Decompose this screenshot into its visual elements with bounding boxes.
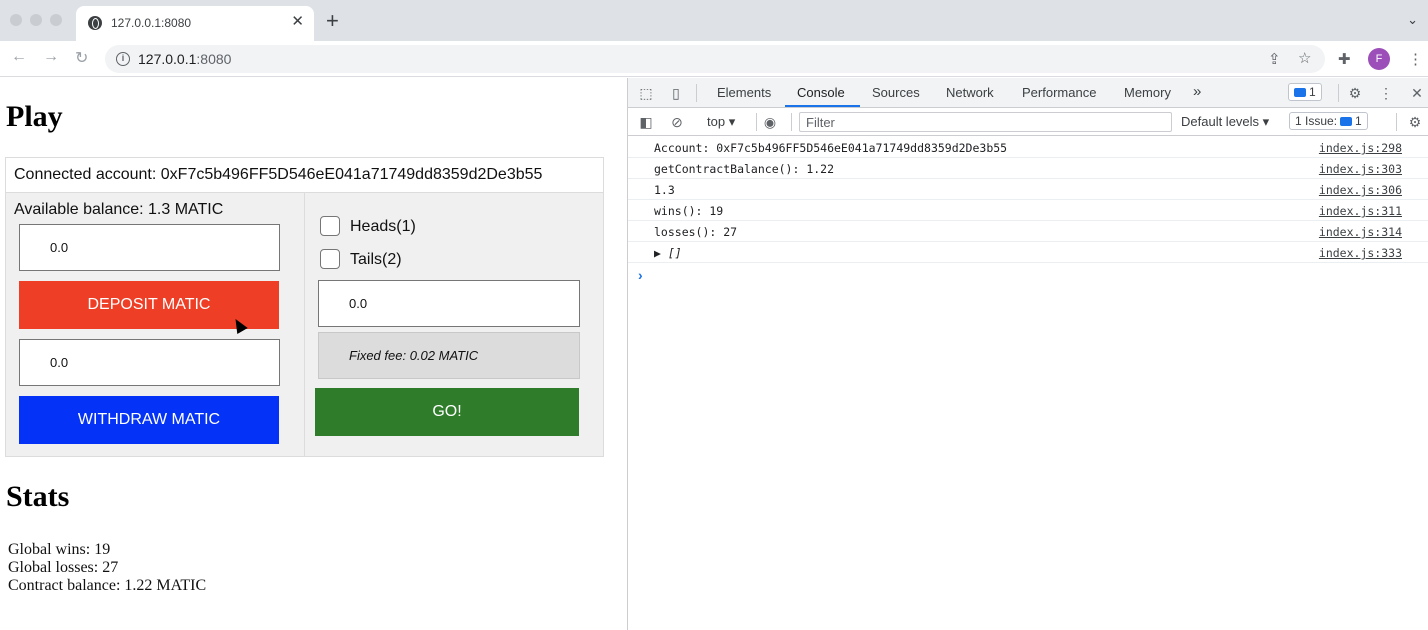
log-source-link[interactable]: index.js:314 xyxy=(1319,225,1402,239)
log-source-link[interactable]: index.js:298 xyxy=(1319,141,1402,155)
console-prompt-icon[interactable]: › xyxy=(638,267,643,283)
tab-console[interactable]: Console xyxy=(797,85,845,100)
tab-title: 127.0.0.1:8080 xyxy=(111,16,192,30)
tab-elements[interactable]: Elements xyxy=(717,85,771,100)
window-minimize-dot[interactable] xyxy=(30,14,42,26)
url-text: 127.0.0.1:8080 xyxy=(138,51,232,67)
bet-amount-input[interactable]: 0.0 xyxy=(318,280,580,327)
sidebar-toggle-icon[interactable]: ◧ xyxy=(638,114,654,130)
devtools-menu-icon[interactable]: ⋮ xyxy=(1378,85,1394,101)
reload-icon[interactable]: ↻ xyxy=(75,48,88,68)
global-wins: Global wins: 19 xyxy=(8,541,111,558)
console-log-row: wins(): 19 index.js:311 xyxy=(628,200,1428,221)
go-button[interactable]: GO! xyxy=(315,388,579,436)
toolbar-separator xyxy=(1396,113,1397,131)
column-divider xyxy=(304,193,305,457)
console-settings-gear-icon[interactable]: ⚙ xyxy=(1407,114,1423,130)
devtools-panel: ⬚ ▯ Elements Console Sources Network Per… xyxy=(627,78,1428,630)
browser-toolbar: ← → ↻ i 127.0.0.1:8080 ⇪ ☆ ✚ F ⋮ xyxy=(0,41,1428,77)
live-expression-eye-icon[interactable]: ◉ xyxy=(762,114,778,130)
site-info-icon[interactable]: i xyxy=(116,52,130,66)
log-source-link[interactable]: index.js:303 xyxy=(1319,162,1402,176)
console-log-row: losses(): 27 index.js:314 xyxy=(628,221,1428,242)
active-tab-indicator xyxy=(785,105,860,107)
console-filter-input[interactable]: Filter xyxy=(799,112,1172,132)
globe-icon xyxy=(88,16,102,30)
log-source-link[interactable]: index.js:311 xyxy=(1319,204,1402,218)
browser-menu-icon[interactable]: ⋮ xyxy=(1408,50,1423,68)
withdraw-button[interactable]: WITHDRAW MATIC xyxy=(19,396,279,444)
toolbar-separator xyxy=(756,113,757,131)
tails-label: Tails(2) xyxy=(350,251,402,268)
context-selector[interactable]: top ▾ xyxy=(707,114,735,130)
withdraw-amount-input[interactable]: 0.0 xyxy=(19,339,280,386)
clear-console-icon[interactable]: ⊘ xyxy=(669,114,685,130)
web-page: Play Connected account: 0xF7c5b496FF5D54… xyxy=(0,78,627,630)
bookmark-star-icon[interactable]: ☆ xyxy=(1298,49,1311,67)
heads-checkbox[interactable] xyxy=(320,216,340,236)
console-log-row: getContractBalance(): 1.22 index.js:303 xyxy=(628,158,1428,179)
share-icon[interactable]: ⇪ xyxy=(1268,50,1281,68)
tab-performance[interactable]: Performance xyxy=(1022,85,1096,100)
global-losses: Global losses: 27 xyxy=(8,559,119,576)
close-devtools-icon[interactable]: ✕ xyxy=(1409,85,1425,101)
tails-checkbox[interactable] xyxy=(320,249,340,269)
toolbar-separator xyxy=(791,113,792,131)
deposit-amount-input[interactable]: 0.0 xyxy=(19,224,280,271)
inspect-element-icon[interactable]: ⬚ xyxy=(638,85,654,101)
log-levels-dropdown[interactable]: Default levels ▾ xyxy=(1181,114,1269,130)
tab-search-chevron-icon[interactable]: ⌄ xyxy=(1407,12,1418,28)
settings-gear-icon[interactable]: ⚙ xyxy=(1347,85,1363,101)
console-log-row: Account: 0xF7c5b496FF5D546eE041a71749dd8… xyxy=(628,137,1428,158)
window-close-dot[interactable] xyxy=(10,14,22,26)
tab-sources[interactable]: Sources xyxy=(872,85,920,100)
console-toolbar: ◧ ⊘ top ▾ ◉ Filter Default levels ▾ 1 Is… xyxy=(628,108,1428,136)
tab-memory[interactable]: Memory xyxy=(1124,85,1171,100)
heads-label: Heads(1) xyxy=(350,218,416,235)
console-log-row: 1.3 index.js:306 xyxy=(628,179,1428,200)
console-log-row[interactable]: ▶ [] index.js:333 xyxy=(628,242,1428,263)
connected-account: Connected account: 0xF7c5b496FF5D546eE04… xyxy=(6,158,603,193)
more-tabs-icon[interactable]: » xyxy=(1193,83,1201,100)
browser-tab[interactable]: 127.0.0.1:8080 ✕ xyxy=(76,6,314,41)
tab-close-icon[interactable]: ✕ xyxy=(291,12,304,30)
tab-network[interactable]: Network xyxy=(946,85,994,100)
issues-badge[interactable]: 1 Issue: 1 xyxy=(1289,112,1368,130)
play-heading: Play xyxy=(6,100,63,133)
forward-arrow-icon[interactable]: → xyxy=(43,48,59,66)
messages-badge[interactable]: 1 xyxy=(1288,83,1322,101)
window-zoom-dot[interactable] xyxy=(50,14,62,26)
log-source-link[interactable]: index.js:306 xyxy=(1319,183,1402,197)
devtools-tab-bar: ⬚ ▯ Elements Console Sources Network Per… xyxy=(628,78,1428,108)
browser-tab-strip: 127.0.0.1:8080 ✕ + ⌄ xyxy=(0,0,1428,41)
fixed-fee-field: Fixed fee: 0.02 MATIC xyxy=(318,332,580,379)
device-toolbar-icon[interactable]: ▯ xyxy=(668,85,684,101)
new-tab-button[interactable]: + xyxy=(326,10,339,32)
issue-message-icon xyxy=(1340,116,1353,126)
profile-avatar[interactable]: F xyxy=(1368,48,1390,70)
extensions-puzzle-icon[interactable]: ✚ xyxy=(1338,50,1351,68)
address-bar[interactable]: i 127.0.0.1:8080 ⇪ ☆ xyxy=(105,45,1325,73)
message-icon xyxy=(1294,87,1306,97)
toolbar-separator xyxy=(1338,84,1339,102)
contract-balance: Contract balance: 1.22 MATIC xyxy=(8,577,207,594)
log-source-link[interactable]: index.js:333 xyxy=(1319,246,1402,260)
play-panel: Connected account: 0xF7c5b496FF5D546eE04… xyxy=(5,157,604,457)
back-arrow-icon[interactable]: ← xyxy=(11,48,27,66)
toolbar-separator xyxy=(696,84,697,102)
stats-heading: Stats xyxy=(6,480,70,513)
available-balance: Available balance: 1.3 MATIC xyxy=(14,201,224,218)
